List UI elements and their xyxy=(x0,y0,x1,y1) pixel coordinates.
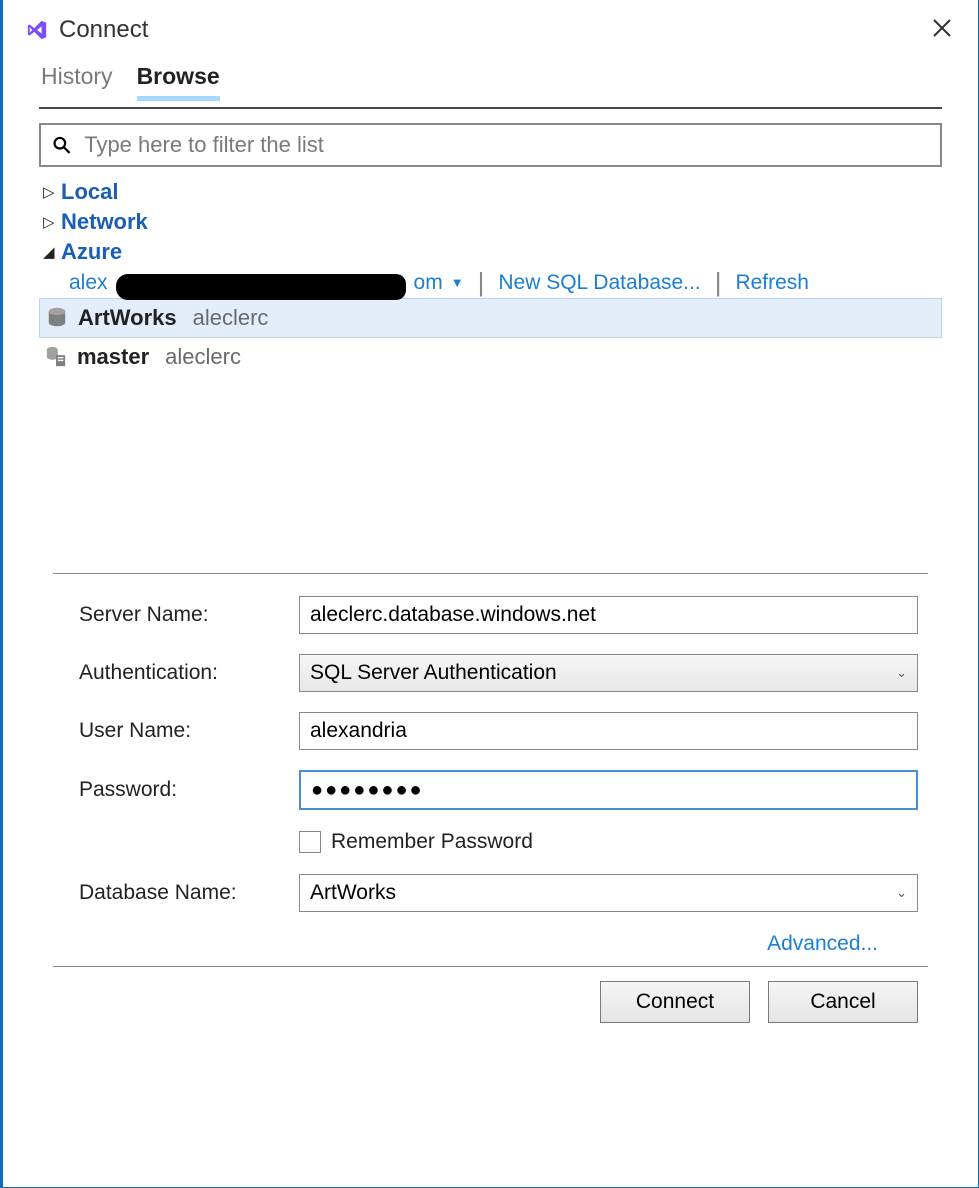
expand-icon[interactable]: ▷ xyxy=(43,183,57,201)
database-server: aleclerc xyxy=(193,305,269,331)
database-item-artworks[interactable]: ArtWorks aleclerc xyxy=(39,298,942,338)
database-server: aleclerc xyxy=(165,344,241,370)
tree-label-network: Network xyxy=(61,209,148,235)
server-name-input[interactable] xyxy=(299,596,918,634)
connect-button[interactable]: Connect xyxy=(600,981,750,1023)
remember-password-checkbox[interactable] xyxy=(299,831,321,853)
tabs-divider xyxy=(39,107,942,109)
user-name-label: User Name: xyxy=(79,719,299,743)
password-input[interactable]: ●●●●●●●● xyxy=(299,770,918,810)
visual-studio-icon xyxy=(23,19,51,41)
refresh-link[interactable]: Refresh xyxy=(735,271,809,295)
database-name: master xyxy=(77,344,149,370)
database-name-label: Database Name: xyxy=(79,881,299,905)
expand-icon[interactable]: ▷ xyxy=(43,213,57,231)
authentication-select[interactable]: SQL Server Authentication ⌄ xyxy=(299,654,918,692)
filter-input[interactable] xyxy=(82,131,930,159)
tab-browse[interactable]: Browse xyxy=(137,63,220,101)
database-server-icon xyxy=(45,346,67,368)
chevron-down-icon: ⌄ xyxy=(896,885,907,901)
password-dots: ●●●●●●●● xyxy=(311,779,424,801)
tree-node-azure[interactable]: ◢ Azure xyxy=(39,237,942,267)
close-icon[interactable] xyxy=(926,12,958,47)
separator: | xyxy=(715,267,722,298)
database-name-select[interactable]: ArtWorks ⌄ xyxy=(299,874,918,912)
database-name-value: ArtWorks xyxy=(310,881,396,905)
redacted-account xyxy=(116,274,406,300)
tab-history[interactable]: History xyxy=(41,63,113,101)
chevron-down-icon: ⌄ xyxy=(896,665,907,681)
password-label: Password: xyxy=(79,778,299,802)
database-icon xyxy=(46,307,68,329)
collapse-icon[interactable]: ◢ xyxy=(43,243,57,261)
authentication-label: Authentication: xyxy=(79,661,299,685)
remember-password-label[interactable]: Remember Password xyxy=(331,830,533,854)
filter-box xyxy=(39,123,942,167)
separator: | xyxy=(478,267,485,298)
new-sql-database-link[interactable]: New SQL Database... xyxy=(498,271,700,295)
tree-label-local: Local xyxy=(61,179,118,205)
advanced-link[interactable]: Advanced... xyxy=(767,932,878,955)
user-name-input[interactable] xyxy=(299,712,918,750)
server-name-label: Server Name: xyxy=(79,603,299,627)
tree-label-azure: Azure xyxy=(61,239,122,265)
account-prefix: alex xyxy=(69,271,108,295)
account-dropdown-icon[interactable]: ▼ xyxy=(451,275,464,290)
account-suffix: om xyxy=(414,271,443,295)
cancel-button[interactable]: Cancel xyxy=(768,981,918,1023)
database-item-master[interactable]: master aleclerc xyxy=(39,338,942,376)
tree-node-local[interactable]: ▷ Local xyxy=(39,177,942,207)
dialog-title: Connect xyxy=(59,16,148,44)
authentication-value: SQL Server Authentication xyxy=(310,661,557,685)
tree-node-network[interactable]: ▷ Network xyxy=(39,207,942,237)
database-name: ArtWorks xyxy=(78,305,177,331)
search-icon xyxy=(51,134,72,156)
azure-account-row: alex om ▼ | New SQL Database... | Refresh xyxy=(39,267,942,298)
